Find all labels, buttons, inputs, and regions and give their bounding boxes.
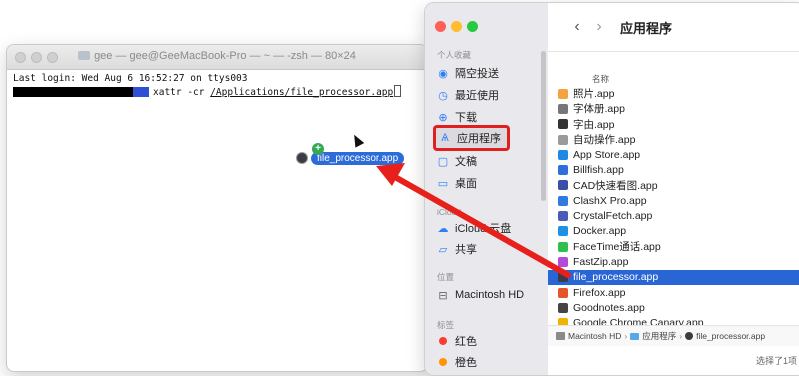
arrow-shaft: [392, 174, 571, 278]
annotation-arrow: [376, 163, 571, 278]
